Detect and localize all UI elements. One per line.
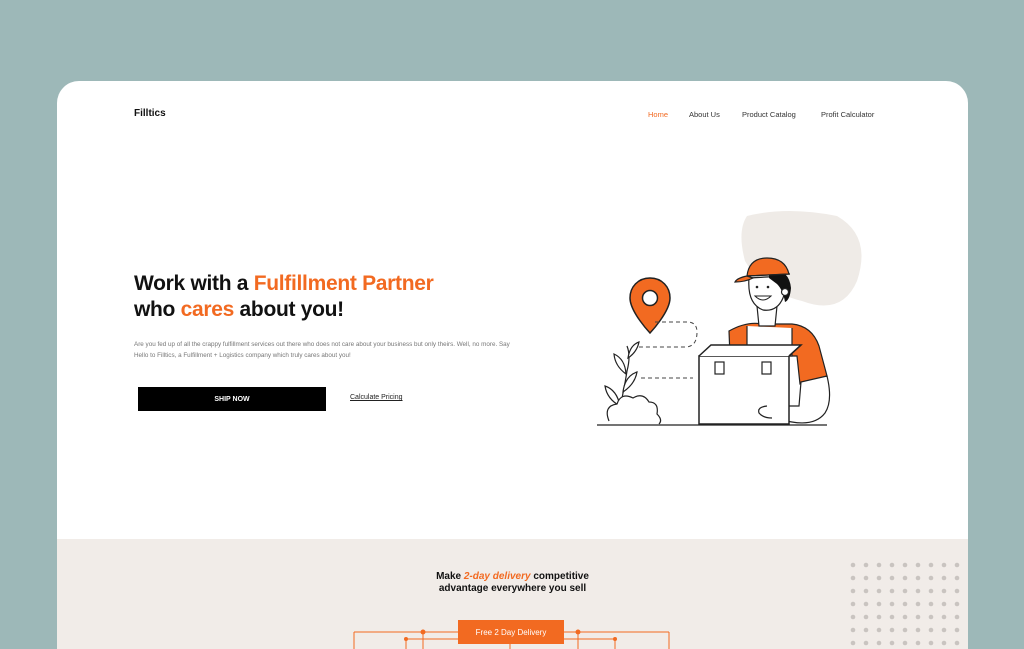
free-delivery-badge: Free 2 Day Delivery: [458, 620, 564, 644]
nav-product-catalog[interactable]: Product Catalog: [742, 110, 796, 119]
hero-title: Work with a Fulfillment Partner who care…: [134, 271, 554, 323]
hero-title-text-2: who: [134, 298, 181, 321]
page-card: Filltics Home About Us Product Catalog P…: [57, 81, 968, 649]
main-nav: Home About Us Product Catalog Profit Cal…: [57, 110, 968, 122]
hero-title-text-3: about you!: [234, 298, 345, 321]
nav-about-us[interactable]: About Us: [689, 110, 720, 119]
hero-title-text-1: Work with a: [134, 272, 254, 295]
head: [734, 257, 791, 311]
section-title-text-1: Make: [436, 571, 464, 582]
delivery-person-illustration: [597, 211, 862, 426]
section-title-highlight: 2-day delivery: [463, 571, 531, 582]
nav-profit-calculator[interactable]: Profit Calculator: [821, 110, 874, 119]
hero-title-highlight-2: cares: [180, 298, 235, 321]
section-title: Make 2-day delivery competitive advantag…: [57, 571, 968, 595]
calculate-pricing-link[interactable]: Calculate Pricing: [350, 394, 403, 401]
hero-title-highlight-1: Fulfillment Partner: [253, 272, 434, 295]
section-title-line-2: advantage everywhere you sell: [438, 583, 587, 594]
location-pin-icon: [629, 277, 671, 335]
section-title-text-2: competitive: [530, 571, 589, 582]
hero-description: Are you fed up of all the crappy fulfill…: [134, 341, 510, 359]
parcel-box-icon: [698, 344, 803, 425]
nav-home[interactable]: Home: [648, 110, 668, 119]
delivery-section: Make 2-day delivery competitive advantag…: [57, 539, 968, 649]
ship-now-button[interactable]: SHIP NOW: [138, 387, 326, 411]
